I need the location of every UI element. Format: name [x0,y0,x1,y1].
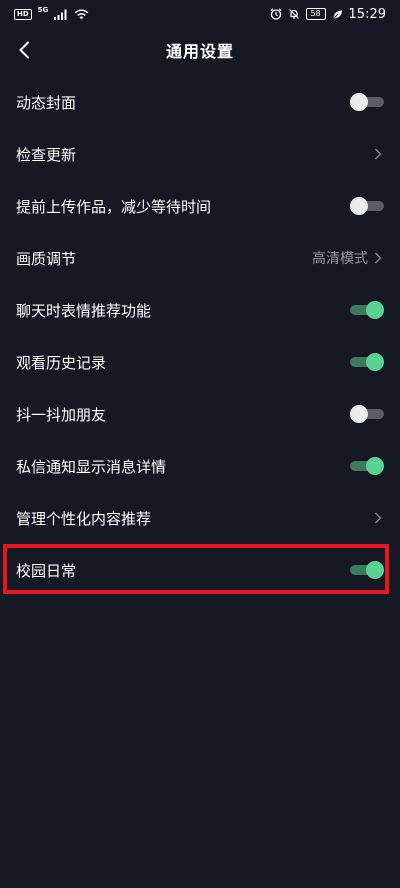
row-right [374,511,384,525]
status-left: HD 5G [14,6,89,20]
toggle-knob [350,405,368,423]
setting-emoji-recommend[interactable]: 聊天时表情推荐功能 [0,284,400,336]
setting-label: 聊天时表情推荐功能 [16,301,152,320]
emoji-recommend-toggle[interactable] [350,300,384,320]
setting-label: 画质调节 [16,249,77,268]
toggle-knob [366,561,384,579]
campus-daily-toggle[interactable] [350,560,384,580]
signal-icon [54,9,67,20]
header-bar: 通用设置 [0,28,400,72]
toggle-knob [350,93,368,111]
watch-history-toggle[interactable] [350,352,384,372]
setting-dynamic-cover[interactable]: 动态封面 [0,76,400,128]
wifi-icon [74,9,89,19]
alarm-icon [270,8,281,20]
row-right [374,147,384,161]
page-title: 通用设置 [165,42,234,61]
status-bar: HD 5G 58 15:29 [0,0,400,28]
toggle-knob [366,353,384,371]
chevron-right-icon [374,511,384,525]
clock: 15:29 [348,6,386,22]
battery-level: 58 [305,8,326,20]
setting-check-update[interactable]: 检查更新 [0,128,400,180]
chevron-right-icon [374,251,384,265]
pre-upload-toggle[interactable] [350,196,384,216]
setting-label: 观看历史记录 [16,353,107,372]
setting-personalized-content[interactable]: 管理个性化内容推荐 [0,492,400,544]
setting-pre-upload[interactable]: 提前上传作品，减少等待时间 [0,180,400,232]
setting-label: 私信通知显示消息详情 [16,457,167,476]
setting-watch-history[interactable]: 观看历史记录 [0,336,400,388]
setting-label: 抖一抖加朋友 [16,405,107,424]
setting-campus-daily[interactable]: 校园日常 [0,544,400,596]
chevron-right-icon [374,147,384,161]
leaf-icon [332,10,342,19]
row-right: 高清模式 [312,248,384,268]
back-button[interactable] [8,34,40,66]
toggle-knob [366,301,384,319]
setting-label: 动态封面 [16,93,77,112]
setting-label: 管理个性化内容推荐 [16,509,152,528]
status-right: 58 15:29 [270,7,386,22]
shake-add-friends-toggle[interactable] [350,404,384,424]
setting-label: 检查更新 [16,145,77,164]
chevron-left-icon [19,41,29,59]
message-detail-toggle[interactable] [350,456,384,476]
setting-shake-add-friends[interactable]: 抖一抖加朋友 [0,388,400,440]
setting-video-quality[interactable]: 画质调节 高清模式 [0,232,400,284]
toggle-knob [350,197,368,215]
setting-message-detail[interactable]: 私信通知显示消息详情 [0,440,400,492]
settings-list: 动态封面 检查更新 提前上传作品，减少等待时间 画质调节 高清模式 聊天时表情推… [0,76,400,596]
toggle-knob [366,457,384,475]
setting-label: 提前上传作品，减少等待时间 [16,197,212,216]
setting-label: 校园日常 [16,561,77,580]
mute-bell-icon [288,9,299,19]
video-quality-value: 高清模式 [312,251,368,267]
dynamic-cover-toggle[interactable] [350,92,384,112]
hd-badge: HD [14,8,32,20]
network-label: 5G [37,6,49,14]
